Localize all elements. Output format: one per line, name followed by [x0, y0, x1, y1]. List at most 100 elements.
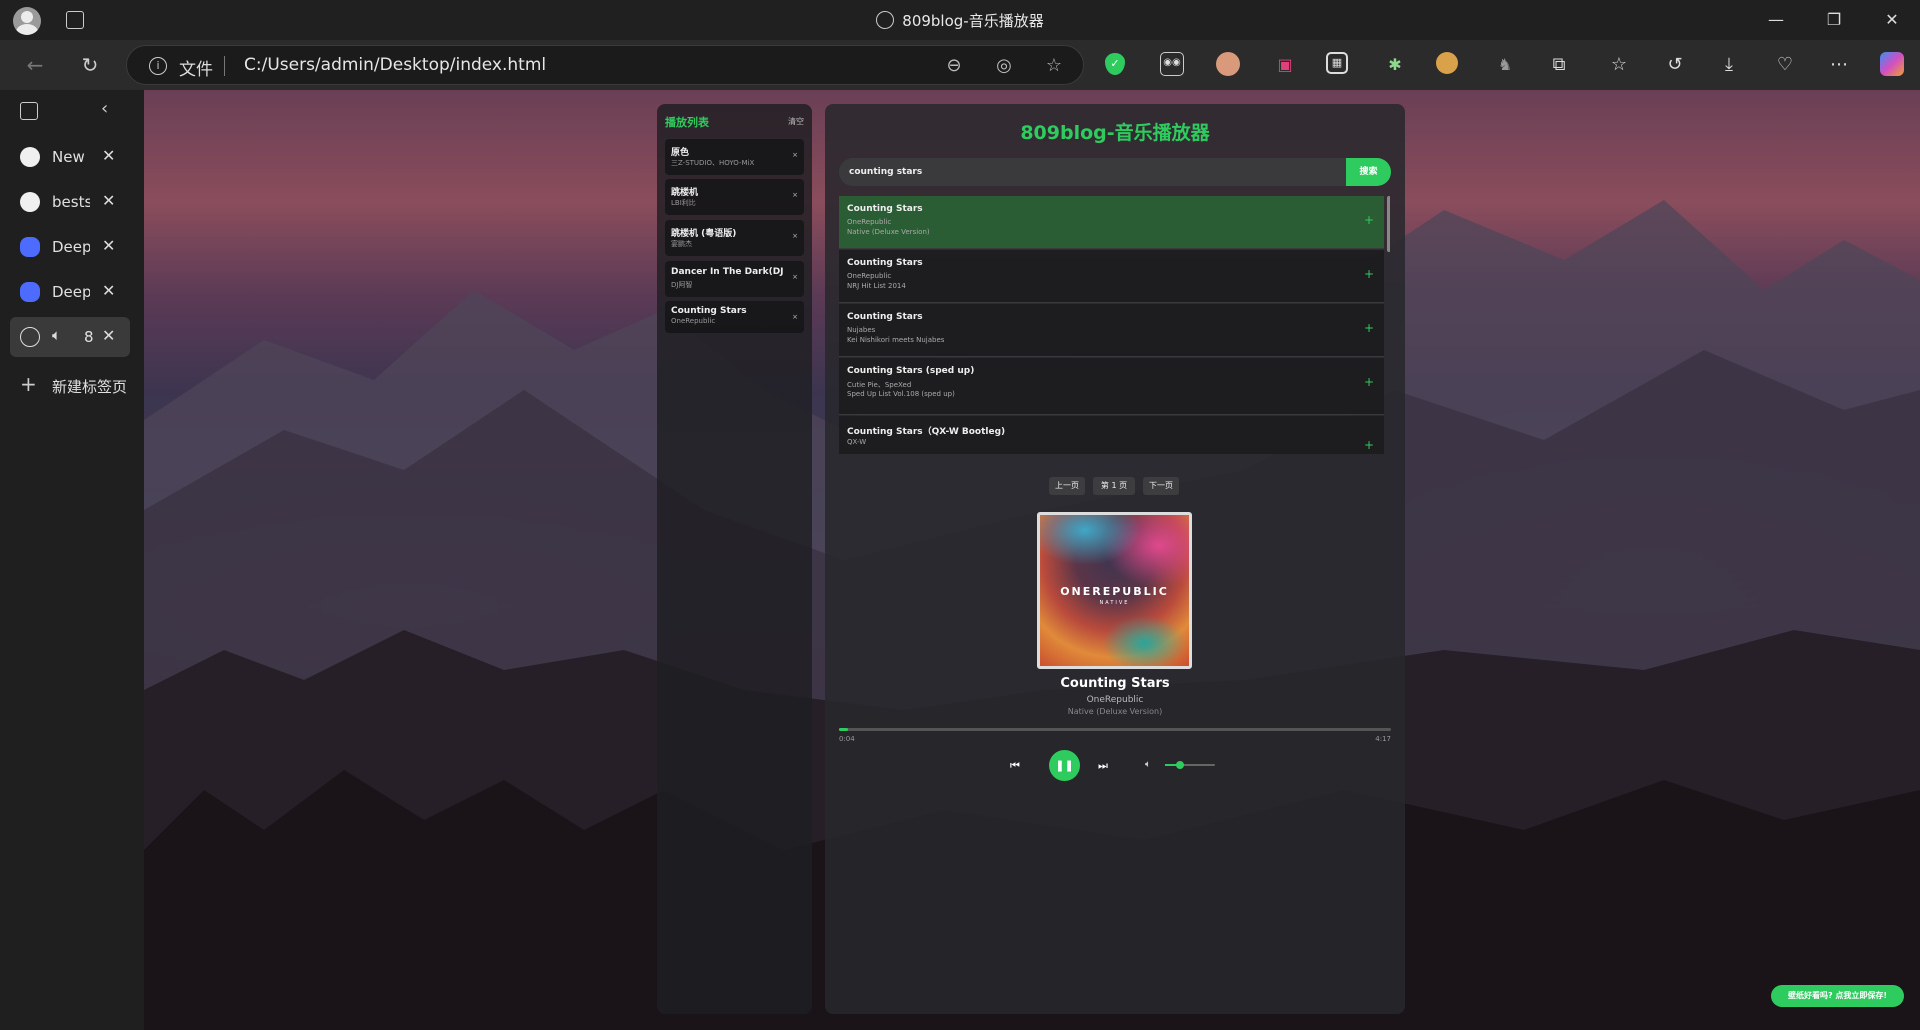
player-panel: 809blog-音乐播放器 搜索 Counting Stars OneRepub…: [825, 104, 1405, 1014]
close-tab-icon[interactable]: ✕: [102, 326, 115, 345]
shield-extension-icon[interactable]: ✓: [1105, 53, 1125, 75]
tab-github-1[interactable]: New F ✕: [10, 137, 130, 177]
close-tab-icon[interactable]: ✕: [102, 191, 115, 210]
progress-fill: [839, 728, 848, 731]
remove-icon[interactable]: ×: [792, 313, 798, 321]
total-time: 4:17: [1375, 735, 1391, 743]
close-tab-icon[interactable]: ✕: [102, 281, 115, 300]
album-cover: ONEREPUBLIC NATIVE: [1037, 512, 1192, 669]
globe-icon: [876, 11, 895, 29]
speaker-icon[interactable]: 🔈︎: [52, 326, 61, 344]
page-indicator: 第 1 页: [1093, 477, 1135, 495]
playlist-item[interactable]: 跳楼机 (粤语版) 宴鹏杰 ×: [665, 220, 804, 256]
qr-code-extension-icon[interactable]: ▦: [1326, 52, 1348, 74]
title-bar: 809blog-音乐播放器 — ❐ ✕: [0, 0, 1920, 40]
result-item[interactable]: Counting Stars OneRepublic NRJ Hit List …: [839, 250, 1384, 303]
tab-deepseek-2[interactable]: DeepS ✕: [10, 272, 130, 312]
new-tab-label: 新建标签页: [52, 378, 128, 396]
volume-slider[interactable]: [1165, 761, 1215, 769]
info-icon[interactable]: i: [149, 57, 167, 75]
previous-track-icon[interactable]: ⏮︎: [1010, 759, 1020, 773]
more-menu-icon[interactable]: ⋯: [1826, 52, 1852, 78]
tv-extension-icon[interactable]: ▣: [1272, 52, 1298, 78]
remove-icon[interactable]: ×: [792, 232, 798, 240]
performance-heart-icon[interactable]: ♡: [1772, 52, 1798, 78]
search-button[interactable]: 搜索: [1346, 158, 1391, 186]
search-results: Counting Stars OneRepublic Native (Delux…: [839, 196, 1390, 454]
add-icon[interactable]: +: [1364, 213, 1374, 227]
results-scrollbar[interactable]: [1387, 196, 1390, 252]
remove-icon[interactable]: ×: [792, 151, 798, 159]
favorites-icon[interactable]: ☆: [1606, 52, 1632, 78]
search-input[interactable]: [839, 158, 1346, 186]
remove-icon[interactable]: ×: [792, 191, 798, 199]
close-tab-icon[interactable]: ✕: [102, 146, 115, 165]
clear-playlist-button[interactable]: 清空: [788, 116, 804, 127]
save-wallpaper-button[interactable]: 壁纸好看吗? 点我立即保存!: [1771, 985, 1904, 1007]
refresh-button[interactable]: ↻: [77, 52, 103, 78]
close-tab-icon[interactable]: ✕: [102, 236, 115, 255]
minimize-button[interactable]: —: [1748, 0, 1804, 40]
playlist-item-active[interactable]: Counting Stars OneRepublic ×: [665, 301, 804, 333]
github-icon: [20, 147, 40, 167]
playlist-item[interactable]: 跳楼机 LBI利比 ×: [665, 179, 804, 215]
volume-icon[interactable]: 🔈︎: [1145, 759, 1151, 770]
address-separator: [224, 56, 225, 76]
result-item[interactable]: Counting Stars Nujabes Kei Nishikori mee…: [839, 304, 1384, 357]
pause-button[interactable]: ❚❚: [1049, 750, 1080, 781]
progress-bar[interactable]: [839, 728, 1391, 731]
tab-github-2[interactable]: bestst ✕: [10, 182, 130, 222]
remove-icon[interactable]: ×: [792, 273, 798, 281]
history-icon[interactable]: ↺: [1662, 52, 1688, 78]
address-scheme: 文件: [179, 60, 213, 80]
plus-icon: +: [20, 372, 37, 396]
collapse-chevron-icon[interactable]: ‹: [101, 98, 108, 119]
restore-button[interactable]: ❐: [1806, 0, 1862, 40]
back-button[interactable]: ←: [22, 52, 48, 78]
tab-panel-icon[interactable]: [20, 102, 38, 120]
add-icon[interactable]: +: [1364, 321, 1374, 335]
deepseek-icon: [20, 237, 40, 257]
player-title: 809blog-音乐播放器: [1020, 122, 1210, 144]
now-playing-artist: OneRepublic: [1086, 695, 1144, 705]
result-item[interactable]: Counting Stars（QX-W Bootleg) QX-W +: [839, 416, 1384, 454]
github-icon: [20, 192, 40, 212]
face-extension-icon[interactable]: [1216, 52, 1240, 76]
close-window-button[interactable]: ✕: [1864, 0, 1920, 40]
next-track-icon[interactable]: ⏭︎: [1098, 759, 1108, 773]
deepseek-icon: [20, 282, 40, 302]
vertical-tabs-sidebar: ‹ New F ✕ bestst ✕ DeepS ✕ DeepS ✕ 🔈︎ 8 …: [0, 90, 144, 1030]
zoom-icon[interactable]: ⊖: [943, 55, 965, 77]
volume-knob[interactable]: [1176, 761, 1184, 769]
downloads-icon[interactable]: ⤓: [1716, 52, 1742, 78]
address-bar[interactable]: i 文件 C:/Users/admin/Desktop/index.html ⊖…: [126, 45, 1084, 85]
globe-icon: [20, 327, 40, 347]
now-playing-title: Counting Stars: [1060, 676, 1170, 691]
playlist-item[interactable]: 原色 三Z-STUDIO、HOYO-MiX ×: [665, 139, 804, 175]
copilot-icon[interactable]: [1880, 52, 1904, 76]
glasses-extension-icon[interactable]: ◉◉: [1160, 52, 1184, 76]
result-item[interactable]: Counting Stars (sped up) Cutie Pie、SpeXe…: [839, 358, 1384, 415]
playlist-panel: 播放列表 清空 原色 三Z-STUDIO、HOYO-MiX × 跳楼机 LBI利…: [657, 104, 812, 1014]
puzzle-x-extension-icon[interactable]: ✱: [1382, 52, 1408, 78]
playlist-title: 播放列表: [665, 116, 709, 129]
add-icon[interactable]: +: [1364, 438, 1374, 452]
new-tab-button[interactable]: + 新建标签页: [10, 365, 138, 405]
extensions-icon[interactable]: ⧉: [1546, 52, 1572, 78]
prev-page-button[interactable]: 上一页: [1049, 477, 1085, 495]
tab-deepseek-1[interactable]: DeepS ✕: [10, 227, 130, 267]
playlist-item[interactable]: Dancer In The Dark(DJ... DJ阿智 ×: [665, 261, 804, 297]
next-page-button[interactable]: 下一页: [1143, 477, 1179, 495]
result-item[interactable]: Counting Stars OneRepublic Native (Delux…: [839, 196, 1384, 249]
tab-label: 8: [84, 328, 94, 346]
navigation-bar: ← ↻ i 文件 C:/Users/admin/Desktop/index.ht…: [0, 40, 1920, 90]
add-icon[interactable]: +: [1364, 267, 1374, 281]
add-icon[interactable]: +: [1364, 375, 1374, 389]
tab-music-player[interactable]: 🔈︎ 8 ✕: [10, 317, 130, 357]
page-background: 播放列表 清空 原色 三Z-STUDIO、HOYO-MiX × 跳楼机 LBI利…: [144, 90, 1920, 1030]
favorite-star-icon[interactable]: ☆: [1043, 55, 1065, 77]
cat-extension-icon[interactable]: ♞: [1492, 52, 1518, 78]
address-url[interactable]: C:/Users/admin/Desktop/index.html: [244, 55, 546, 75]
immersive-reader-icon[interactable]: ◎: [993, 55, 1015, 77]
cookie-extension-icon[interactable]: [1436, 52, 1458, 74]
